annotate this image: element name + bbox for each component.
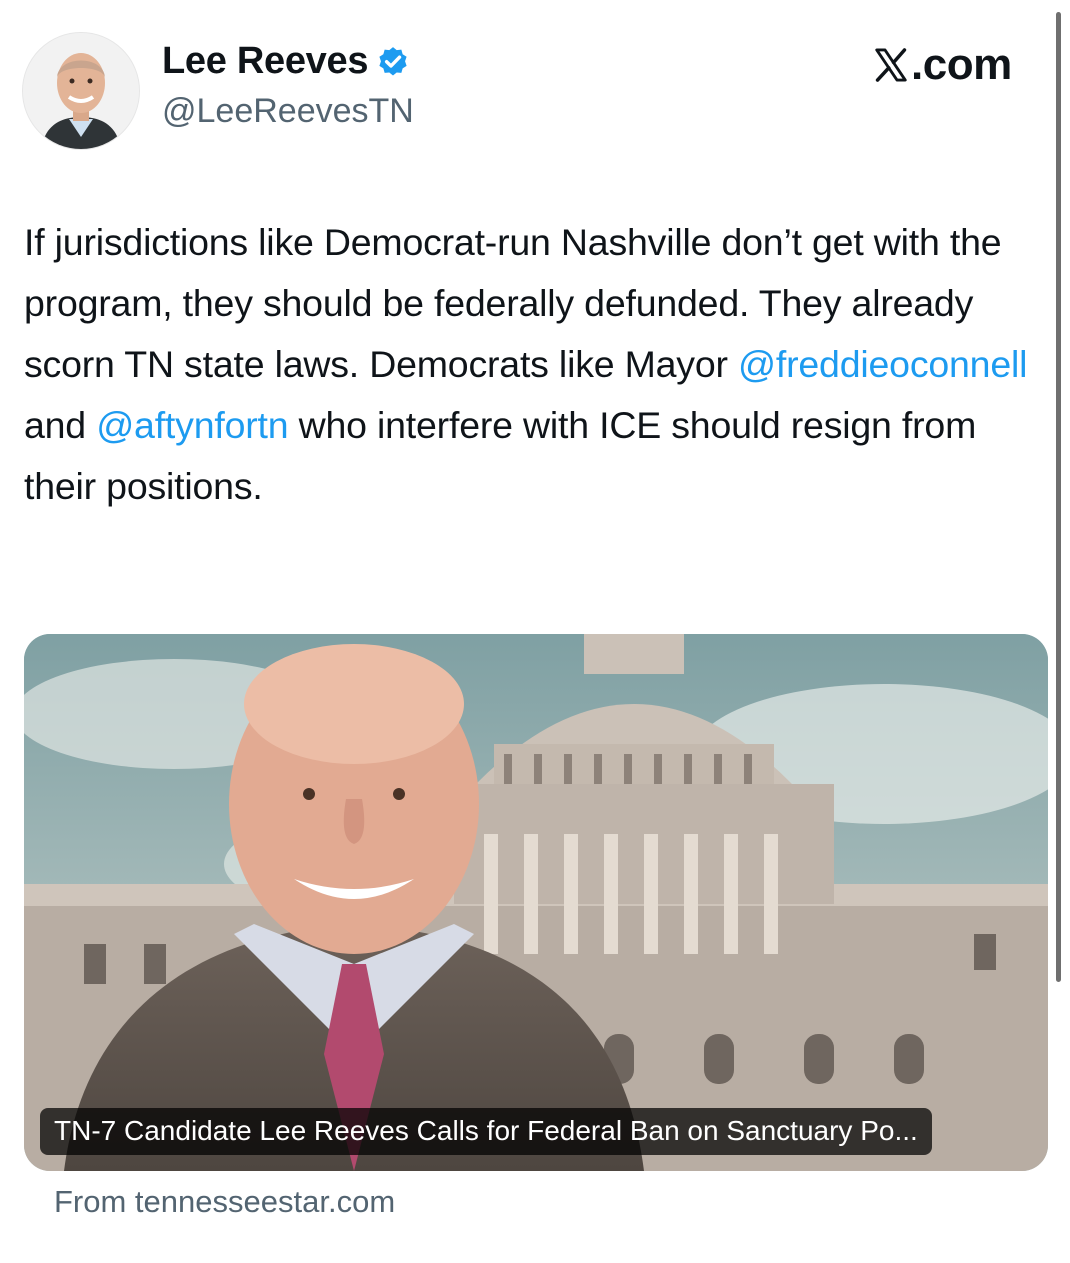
link-card-title[interactable]: TN-7 Candidate Lee Reeves Calls for Fede…	[40, 1108, 932, 1155]
avatar-photo-icon	[23, 33, 139, 149]
mention-aftynfortn[interactable]: @aftynfortn	[96, 404, 288, 446]
verified-badge-icon	[379, 46, 407, 75]
link-source[interactable]: From tennesseestar.com	[54, 1184, 395, 1220]
mention-freddieoconnell[interactable]: @freddieoconnell	[738, 343, 1027, 385]
author-name-row: Lee Reeves	[162, 40, 410, 83]
author-display-name[interactable]: Lee Reeves	[162, 40, 368, 83]
tweet-text-part2: and	[24, 404, 97, 446]
author-handle[interactable]: @LeeReevesTN	[162, 92, 414, 131]
brand-suffix: .com	[911, 40, 1012, 89]
capitol-portrait-image	[24, 634, 1048, 1171]
x-logo-icon	[875, 48, 907, 82]
scrollbar[interactable]	[1056, 12, 1061, 982]
avatar[interactable]	[22, 32, 140, 150]
tweet-text: If jurisdictions like Democrat-run Nashv…	[24, 212, 1034, 517]
x-brand: .com	[872, 40, 1012, 90]
link-card[interactable]: TN-7 Candidate Lee Reeves Calls for Fede…	[24, 634, 1048, 1171]
